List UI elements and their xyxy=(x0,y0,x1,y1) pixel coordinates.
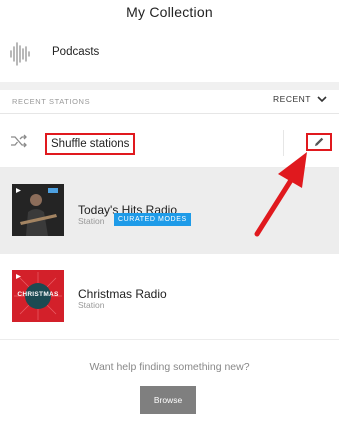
help-text: Want help finding something new? xyxy=(89,361,250,373)
shuffle-stations-row[interactable]: Shuffle stations xyxy=(0,114,339,168)
station-artwork: CHRISTMAS xyxy=(12,270,64,322)
page-title: My Collection xyxy=(126,4,213,20)
vertical-divider xyxy=(283,130,284,156)
header: My Collection xyxy=(0,0,339,24)
station-row-todays-hits[interactable]: Today's Hits Radio Station CURATED MODES xyxy=(0,168,339,254)
shuffle-stations-label: Shuffle stations xyxy=(45,133,136,155)
curated-modes-badge: CURATED MODES xyxy=(114,213,191,226)
recent-stations-label: RECENT STATIONS xyxy=(12,97,91,106)
podcasts-row[interactable]: Podcasts xyxy=(0,28,339,80)
recent-stations-header: RECENT STATIONS RECENT xyxy=(0,90,339,114)
shuffle-icon xyxy=(11,134,27,148)
chevron-down-icon xyxy=(317,96,327,103)
sort-label: RECENT xyxy=(273,94,311,104)
station-type: Station xyxy=(78,300,105,310)
station-name: Christmas Radio xyxy=(78,287,167,301)
audio-wave-icon xyxy=(10,42,30,66)
podcasts-label: Podcasts xyxy=(52,46,100,58)
browse-button[interactable]: Browse xyxy=(140,386,196,414)
station-artwork xyxy=(12,184,64,236)
station-type: Station xyxy=(78,216,105,226)
guitarist-artwork-icon xyxy=(12,184,64,236)
station-row-christmas[interactable]: CHRISTMAS Christmas Radio Station xyxy=(0,256,339,340)
section-divider xyxy=(0,82,339,90)
christmas-art-text: CHRISTMAS xyxy=(17,291,59,298)
pencil-icon xyxy=(315,137,324,146)
sort-dropdown[interactable]: RECENT xyxy=(273,94,327,104)
edit-button[interactable] xyxy=(306,133,332,151)
